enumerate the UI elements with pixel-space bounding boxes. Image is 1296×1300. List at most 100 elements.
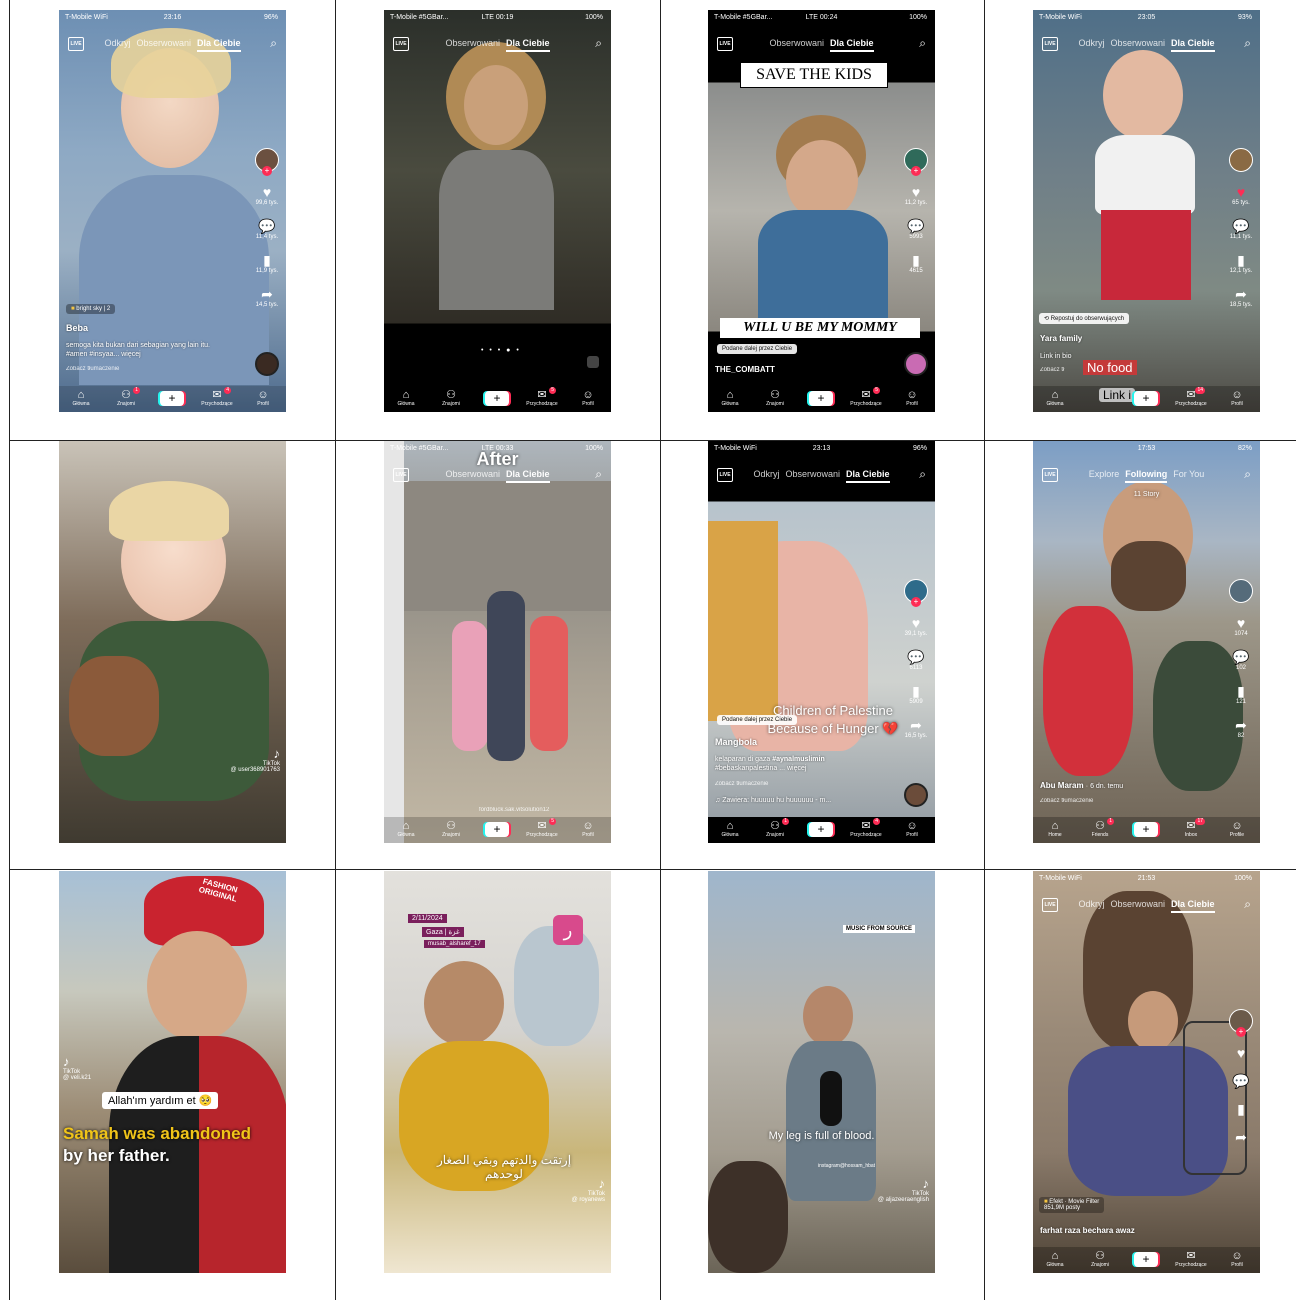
nav-friends[interactable]: ⚇ Znajomi <box>755 389 795 407</box>
tab-following[interactable]: Obserwowani <box>136 38 191 48</box>
tab-following[interactable]: Obserwowani <box>769 38 824 48</box>
nav-friends[interactable]: ⚇ Friends 1 <box>1080 818 1120 838</box>
nav-friends[interactable]: ⚇ Znajomi <box>431 820 471 838</box>
comment-icon[interactable]: 💬 <box>252 219 282 234</box>
nav-friends[interactable]: ⚇ Znajomi <box>1080 1250 1120 1268</box>
translate-link[interactable]: Zobacz tł <box>1040 367 1064 373</box>
author-name[interactable]: Beba <box>66 323 88 333</box>
nav-profile[interactable]: ☺ Profil <box>892 389 932 407</box>
tab-explore[interactable]: Odkryj <box>753 469 779 479</box>
comment-icon[interactable]: 💬 <box>1226 219 1256 234</box>
creator-avatar[interactable]: + <box>1229 1009 1253 1037</box>
tab-for-you[interactable]: For You <box>1173 469 1204 479</box>
tab-following[interactable]: Obserwowani <box>1110 899 1165 909</box>
story-label[interactable]: 11 Story <box>1033 491 1260 498</box>
bookmark-icon[interactable]: ▮ <box>1226 253 1256 268</box>
caption[interactable]: semoga kita bukan dari sebagian yang lai… <box>66 341 226 359</box>
sound-pill[interactable]: ■ bright sky | 2 <box>66 304 116 314</box>
nav-profile[interactable]: ☺ Profil <box>1217 1250 1257 1268</box>
tab-for-you[interactable]: Dla Ciebie <box>846 469 890 483</box>
tab-following[interactable]: Obserwowani <box>785 469 840 479</box>
effect-pill[interactable]: ■ Efekt · Movie Filter 851,9M posty <box>1039 1197 1105 1213</box>
tab-for-you[interactable]: Dla Ciebie <box>830 38 874 52</box>
music-line[interactable]: ♫ Zawiera: huuuuu hu huuuuuu - m... <box>715 796 831 805</box>
creator-avatar[interactable]: + <box>904 579 928 607</box>
author-name[interactable]: Mangbola <box>715 737 757 747</box>
nav-home[interactable]: ⌂ Home <box>1035 820 1075 838</box>
tab-explore[interactable]: Explore <box>1089 469 1120 479</box>
search-icon[interactable]: ⌕ <box>1244 36 1251 51</box>
tab-for-you[interactable]: Dla Ciebie <box>506 469 550 483</box>
nav-home[interactable]: ⌂ Główna <box>710 389 750 407</box>
comment-icon[interactable]: 💬 <box>901 219 931 234</box>
search-icon[interactable]: ⌕ <box>1244 467 1251 482</box>
share-icon[interactable]: ➦ <box>252 287 282 302</box>
follow-plus-icon[interactable]: + <box>911 166 921 176</box>
search-icon[interactable]: ⌕ <box>1244 897 1251 912</box>
translate-link[interactable]: Zobacz tłumaczenie <box>66 366 119 372</box>
creator-avatar[interactable] <box>1229 579 1253 603</box>
like-icon[interactable]: ♥ <box>252 185 282 200</box>
like-icon[interactable]: ♥ <box>1226 1046 1256 1061</box>
search-icon[interactable]: ⌕ <box>595 36 602 51</box>
sound-icon[interactable] <box>587 356 599 368</box>
bookmark-icon[interactable]: ▮ <box>252 253 282 268</box>
follow-plus-icon[interactable]: + <box>911 597 921 607</box>
nav-profile[interactable]: ☺ Profil <box>1217 389 1257 407</box>
search-icon[interactable]: ⌕ <box>270 36 277 51</box>
bookmark-icon[interactable]: ▮ <box>1226 1102 1256 1117</box>
create-button[interactable]: + <box>1134 822 1158 837</box>
create-button[interactable]: + <box>1134 391 1158 406</box>
creator-avatar[interactable]: + <box>255 148 279 176</box>
caption-line-1[interactable]: kelaparan di gaza #aynalmuslimin <box>715 755 825 764</box>
nav-home[interactable]: ⌂ Główna <box>61 389 101 407</box>
tab-explore[interactable]: Odkryj <box>1078 38 1104 48</box>
sound-disc[interactable] <box>904 352 928 376</box>
nav-inbox[interactable]: ✉ Przychodzące <box>1171 1250 1211 1268</box>
translate-link[interactable]: Zobacz tłumaczenie <box>715 781 768 787</box>
nav-profile[interactable]: ☺ Profil <box>568 389 608 407</box>
caption[interactable]: Link in bio <box>1040 352 1072 361</box>
tab-following[interactable]: Obserwowani <box>445 469 500 479</box>
create-button[interactable]: + <box>160 391 184 406</box>
tab-following[interactable]: Obserwowani <box>1110 38 1165 48</box>
sound-disc[interactable] <box>255 352 279 376</box>
comment-icon[interactable]: 💬 <box>1226 1074 1256 1089</box>
tab-following[interactable]: Obserwowani <box>445 38 500 48</box>
tab-for-you[interactable]: Dla Ciebie <box>1171 899 1215 913</box>
search-icon[interactable]: ⌕ <box>919 36 926 51</box>
share-icon[interactable]: ➦ <box>1226 718 1256 733</box>
nav-inbox[interactable]: ✉ Przychodzące 5 <box>846 387 886 407</box>
hashtag[interactable]: #aynalmuslimin <box>772 756 825 763</box>
tab-for-you[interactable]: Dla Ciebie <box>506 38 550 52</box>
caption-line-2[interactable]: #bebaskanpalestina ... więcej <box>715 764 806 773</box>
creator-avatar[interactable] <box>1229 148 1253 172</box>
nav-inbox[interactable]: ✉ Przychodzące 14 <box>1171 387 1211 407</box>
nav-inbox[interactable]: ✉ Przychodzące 4 <box>197 387 237 407</box>
search-icon[interactable]: ⌕ <box>919 467 926 482</box>
nav-home[interactable]: ⌂ Główna <box>1035 1250 1075 1268</box>
create-button[interactable]: + <box>1134 1252 1158 1267</box>
tab-explore[interactable]: Odkryj <box>1078 899 1104 909</box>
author-name[interactable]: Yara family <box>1040 334 1082 343</box>
share-icon[interactable]: ➦ <box>1226 1130 1256 1145</box>
like-icon[interactable]: ♥ <box>901 616 931 631</box>
nav-home[interactable]: ⌂ Główna <box>710 820 750 838</box>
nav-profile[interactable]: ☺ Profil <box>243 389 283 407</box>
nav-profile[interactable]: ☺ Profile <box>1217 820 1257 838</box>
like-icon[interactable]: ♥ <box>1226 185 1256 200</box>
bookmark-icon[interactable]: ▮ <box>901 253 931 268</box>
translate-link[interactable]: Zobacz tłumaczenie <box>1040 798 1093 804</box>
sound-disc[interactable] <box>904 783 928 807</box>
nav-profile[interactable]: ☺ Profil <box>892 820 932 838</box>
like-icon[interactable]: ♥ <box>1226 616 1256 631</box>
follow-plus-icon[interactable]: + <box>1236 1027 1246 1037</box>
tab-explore[interactable]: Odkryj <box>104 38 130 48</box>
create-button[interactable]: + <box>485 822 509 837</box>
author-name[interactable]: Abu Maram · 6 dn. temu <box>1040 781 1123 790</box>
nav-profile[interactable]: ☺ Profil <box>568 820 608 838</box>
create-button[interactable]: + <box>809 391 833 406</box>
nav-friends[interactable]: ⚇ Znajomi 1 <box>755 818 795 838</box>
tab-for-you[interactable]: Dla Ciebie <box>1171 38 1215 52</box>
author-name[interactable]: farhat raza bechara awaz <box>1040 1226 1135 1235</box>
